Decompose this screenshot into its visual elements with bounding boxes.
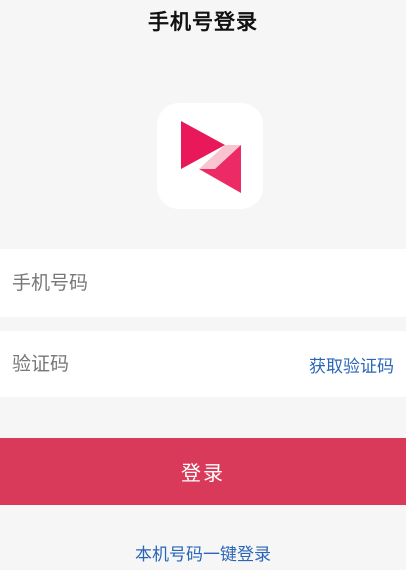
login-button[interactable]: 登录 [0, 438, 406, 505]
phone-field [0, 249, 406, 317]
page-title: 手机号登录 [148, 10, 258, 34]
verification-code-field: 获取验证码 [0, 331, 406, 397]
login-page: 手机号登录 获取验证码 登录 本机号码一键登录 [0, 0, 406, 570]
app-logo-icon [181, 121, 241, 193]
phone-input[interactable] [12, 249, 282, 317]
one-click-login-link[interactable]: 本机号码一键登录 [0, 542, 406, 568]
get-code-button[interactable]: 获取验证码 [309, 331, 394, 397]
verification-code-input[interactable] [12, 331, 282, 397]
app-logo [157, 103, 263, 209]
